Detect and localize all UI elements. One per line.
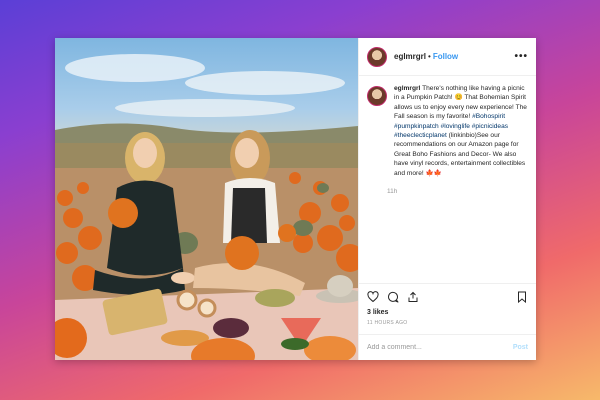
hashtag-link[interactable]: #Bohospirit — [472, 113, 505, 120]
heart-icon[interactable] — [367, 290, 379, 303]
comment-bar: Post — [359, 334, 536, 360]
bookmark-icon[interactable] — [516, 291, 528, 303]
more-options-icon[interactable]: ••• — [514, 51, 528, 62]
hashtag-link[interactable]: #pumpkinpatch — [394, 123, 439, 130]
comment-input[interactable] — [367, 344, 513, 351]
username[interactable]: eglmrgrl — [394, 52, 426, 61]
comment-icon[interactable] — [387, 291, 399, 303]
instagram-post: eglmrgrl • Follow ••• eglmrgrl There's n… — [55, 38, 536, 360]
action-bar — [359, 283, 536, 309]
hashtag-link[interactable]: #picnicideas — [472, 123, 508, 130]
post-timestamp: 11 HOURS AGO — [367, 320, 408, 326]
caption-block: eglmrgrl There's nothing like having a p… — [387, 84, 528, 275]
post-comment-button[interactable]: Post — [513, 344, 528, 351]
likes-count[interactable]: 3 likes — [359, 309, 536, 316]
post-photo[interactable] — [55, 38, 358, 360]
separator-dot: • — [428, 52, 431, 61]
post-side-panel: eglmrgrl • Follow ••• eglmrgrl There's n… — [358, 38, 536, 360]
follow-button[interactable]: Follow — [433, 52, 458, 61]
caption-area: eglmrgrl There's nothing like having a p… — [359, 76, 536, 283]
caption-avatar[interactable] — [367, 86, 387, 106]
post-header: eglmrgrl • Follow ••• — [359, 38, 536, 76]
caption-timestamp: 11h — [387, 188, 398, 196]
pumpkin-patch-image — [55, 54, 358, 360]
hashtag-link[interactable]: #lovinglife — [441, 123, 470, 130]
caption-text: eglmrgrl There's nothing like having a p… — [394, 84, 528, 178]
hashtag-link[interactable]: #theeclecticplanet — [394, 132, 447, 139]
caption-username[interactable]: eglmrgrl — [394, 85, 420, 92]
share-icon[interactable] — [407, 291, 419, 303]
avatar[interactable] — [367, 46, 387, 67]
